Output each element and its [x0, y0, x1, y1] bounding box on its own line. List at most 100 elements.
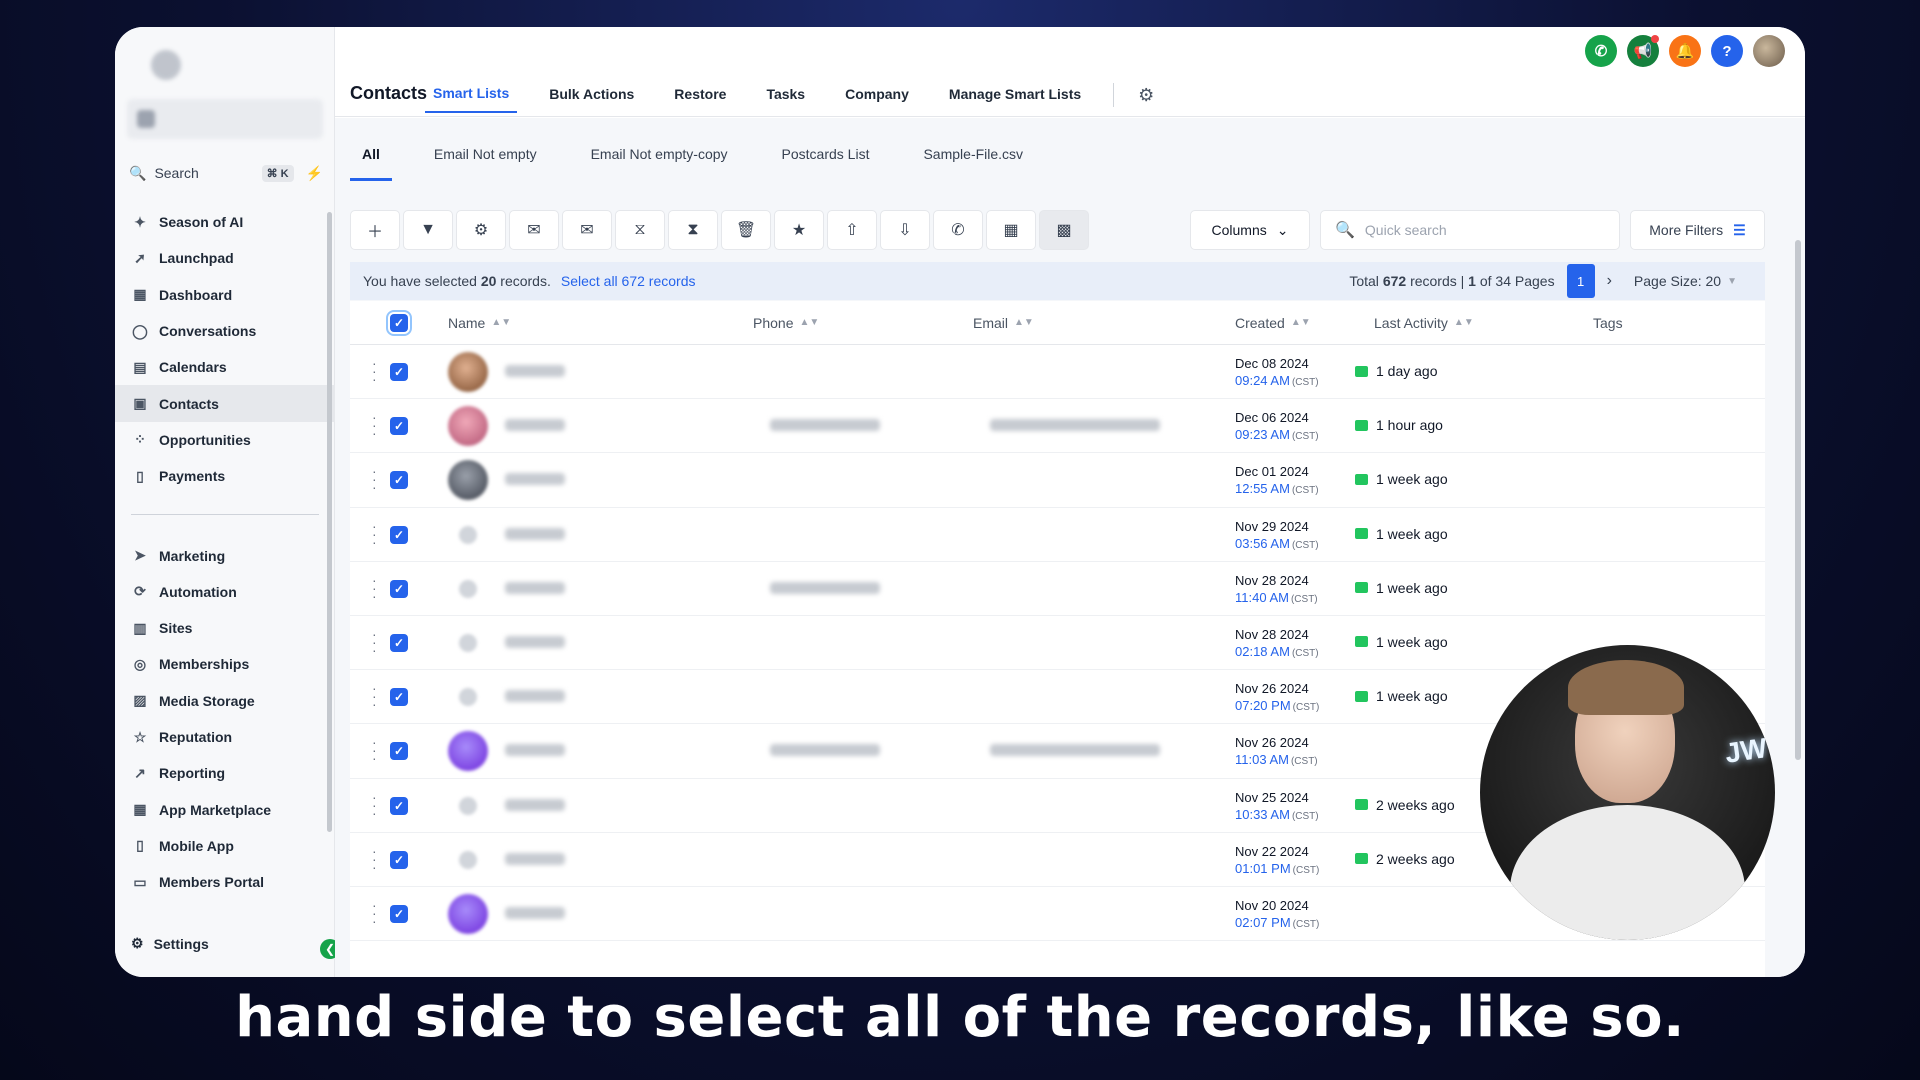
sidebar-item-dashboard[interactable]: ▦ Dashboard [115, 277, 335, 313]
export-button[interactable]: ⇧ [827, 210, 877, 250]
row-menu-icon[interactable]: · · · [372, 790, 378, 820]
col-email[interactable]: Email ▲▼ [973, 315, 1034, 331]
row-checkbox[interactable]: ✓ [390, 904, 408, 923]
table-row[interactable]: · · · ✓ Nov 28 2024 02:18 AM (CST) 1 week ago [350, 616, 1765, 671]
add-to-campaign-button[interactable]: ✆ [933, 210, 983, 250]
row-menu-icon[interactable]: · · · [372, 410, 378, 440]
sidebar-search[interactable]: 🔍 Search ⌘ K ⚡ [127, 159, 323, 187]
page-1-button[interactable]: 1 [1566, 264, 1595, 298]
col-phone[interactable]: Phone ▲▼ [753, 315, 819, 331]
tab-company[interactable]: Company [837, 84, 917, 112]
row-checkbox[interactable]: ✓ [390, 633, 408, 652]
sidebar-item-payments[interactable]: ▯ Payments [115, 458, 335, 494]
tab-tasks[interactable]: Tasks [758, 84, 813, 112]
delete-button[interactable]: 🗑 [721, 210, 771, 250]
sidebar-item-memberships[interactable]: ◎ Memberships [115, 646, 335, 682]
filter-button[interactable]: ▼ [403, 210, 453, 250]
sidebar-item-contacts[interactable]: ▣ Contacts [115, 385, 335, 422]
row-menu-icon[interactable]: · · · [372, 573, 378, 603]
email-button[interactable]: ✉ [562, 210, 612, 250]
row-menu-icon[interactable]: · · · [372, 681, 378, 711]
page-size-select[interactable]: Page Size: 20 ▼ [1634, 273, 1737, 289]
bolt-icon[interactable]: ⚡ [306, 165, 323, 182]
row-menu-icon[interactable]: · · · [372, 735, 378, 765]
row-menu-icon[interactable]: · · · [372, 844, 378, 874]
add-tag-button[interactable]: ⧖ [615, 210, 665, 250]
row-checkbox[interactable]: ✓ [390, 525, 408, 544]
contact-name-redacted[interactable] [505, 635, 565, 648]
sidebar-item-members-portal[interactable]: ▭ Members Portal [115, 864, 335, 900]
table-row[interactable]: · · · ✓ Nov 28 2024 11:40 AM (CST) 1 week ago [350, 562, 1765, 616]
sidebar-item-settings[interactable]: ⚙ Settings [131, 935, 209, 952]
smart-list-tab[interactable]: Postcards List [770, 142, 882, 181]
smart-list-tab[interactable]: Email Not empty-copy [579, 142, 740, 181]
help-button[interactable]: ? [1711, 35, 1743, 67]
phone-button[interactable]: ✆ [1585, 35, 1617, 67]
row-menu-icon[interactable]: · · · [372, 519, 378, 549]
col-name[interactable]: Name ▲▼ [448, 315, 511, 331]
row-menu-icon[interactable]: · · · [372, 356, 378, 386]
sidebar-item-reporting[interactable]: ↗ Reporting [115, 755, 335, 791]
table-row[interactable]: · · · ✓ Dec 06 2024 09:23 AM (CST) 1 hour ago [350, 399, 1765, 454]
sidebar-item-sites[interactable]: ▥ Sites [115, 610, 335, 646]
col-created[interactable]: Created ▲▼ [1235, 315, 1311, 331]
quick-search-input[interactable] [1364, 222, 1585, 238]
contact-name-redacted[interactable] [505, 798, 565, 811]
row-checkbox[interactable]: ✓ [390, 363, 408, 381]
sidebar-item-season-of-ai[interactable]: ✦ Season of AI [115, 204, 335, 240]
row-checkbox[interactable]: ✓ [390, 796, 408, 815]
contact-name-redacted[interactable] [505, 852, 565, 865]
columns-dropdown[interactable]: Columns ⌄ [1190, 210, 1310, 250]
account-switcher[interactable] [127, 99, 323, 139]
sidebar-item-launchpad[interactable]: ➚ Launchpad [115, 240, 335, 276]
contact-name-redacted[interactable] [505, 906, 565, 919]
contact-name-redacted[interactable] [505, 690, 565, 703]
notifications-button[interactable]: 🔔 [1669, 35, 1701, 67]
sidebar-item-mobile-app[interactable]: ▯ Mobile App [115, 828, 335, 864]
sidebar-item-conversations[interactable]: ◯ Conversations [115, 313, 335, 349]
row-menu-icon[interactable]: · · · [372, 627, 378, 657]
next-page-button[interactable]: › [1607, 272, 1612, 290]
workflow-button[interactable]: ⚙ [456, 210, 506, 250]
row-checkbox[interactable]: ✓ [390, 471, 408, 490]
row-checkbox[interactable]: ✓ [390, 742, 408, 761]
review-request-button[interactable]: ★ [774, 210, 824, 250]
smart-list-tab[interactable]: All [350, 142, 392, 181]
more-filters-button[interactable]: More Filters ☰ [1630, 210, 1765, 250]
col-last-activity[interactable]: Last Activity ▲▼ [1374, 315, 1474, 331]
tab-bulk-actions[interactable]: Bulk Actions [541, 84, 642, 112]
sidebar-scrollbar[interactable] [327, 212, 332, 832]
tab-smart-lists[interactable]: Smart Lists [425, 83, 518, 113]
contact-name-redacted[interactable] [505, 473, 565, 486]
sidebar-item-opportunities[interactable]: ⁘ Opportunities [115, 422, 335, 458]
table-row[interactable]: · · · ✓ Dec 01 2024 12:55 AM (CST) 1 week ago [350, 453, 1765, 508]
sidebar-item-media-storage[interactable]: ▨ Media Storage [115, 683, 335, 719]
row-checkbox[interactable]: ✓ [390, 688, 408, 707]
select-all-link[interactable]: Select all 672 records [561, 273, 696, 289]
content-scrollbar[interactable] [1795, 240, 1801, 760]
user-avatar[interactable] [1753, 35, 1785, 67]
sidebar-item-app-marketplace[interactable]: ▦ App Marketplace [115, 791, 335, 827]
contact-name-redacted[interactable] [505, 419, 565, 432]
tab-manage-smart-lists[interactable]: Manage Smart Lists [941, 84, 1089, 112]
row-checkbox[interactable]: ✓ [390, 417, 408, 436]
sms-button[interactable]: ✉ [509, 210, 559, 250]
add-contact-button[interactable]: ＋ [350, 210, 400, 250]
smart-list-tab[interactable]: Email Not empty [422, 142, 549, 181]
sidebar-item-marketing[interactable]: ➤ Marketing [115, 537, 335, 573]
contact-name-redacted[interactable] [505, 581, 565, 594]
contact-name-redacted[interactable] [505, 527, 565, 540]
company-button[interactable]: ▦ [986, 210, 1036, 250]
tab-restore[interactable]: Restore [666, 84, 734, 112]
smart-list-tab[interactable]: Sample-File.csv [911, 142, 1035, 181]
announcements-button[interactable]: 📢 [1627, 35, 1659, 67]
table-row[interactable]: · · · ✓ Dec 08 2024 09:24 AM (CST) 1 day ago [350, 345, 1765, 400]
select-all-checkbox[interactable]: ✓ [386, 309, 412, 336]
row-checkbox[interactable]: ✓ [390, 850, 408, 869]
contact-name-redacted[interactable] [505, 744, 565, 757]
import-button[interactable]: ⇩ [880, 210, 930, 250]
contact-name-redacted[interactable] [505, 365, 565, 377]
sidebar-item-calendars[interactable]: ▤ Calendars [115, 349, 335, 385]
row-checkbox[interactable]: ✓ [390, 579, 408, 598]
table-row[interactable]: · · · ✓ Nov 29 2024 03:56 AM (CST) 1 week ago [350, 508, 1765, 562]
